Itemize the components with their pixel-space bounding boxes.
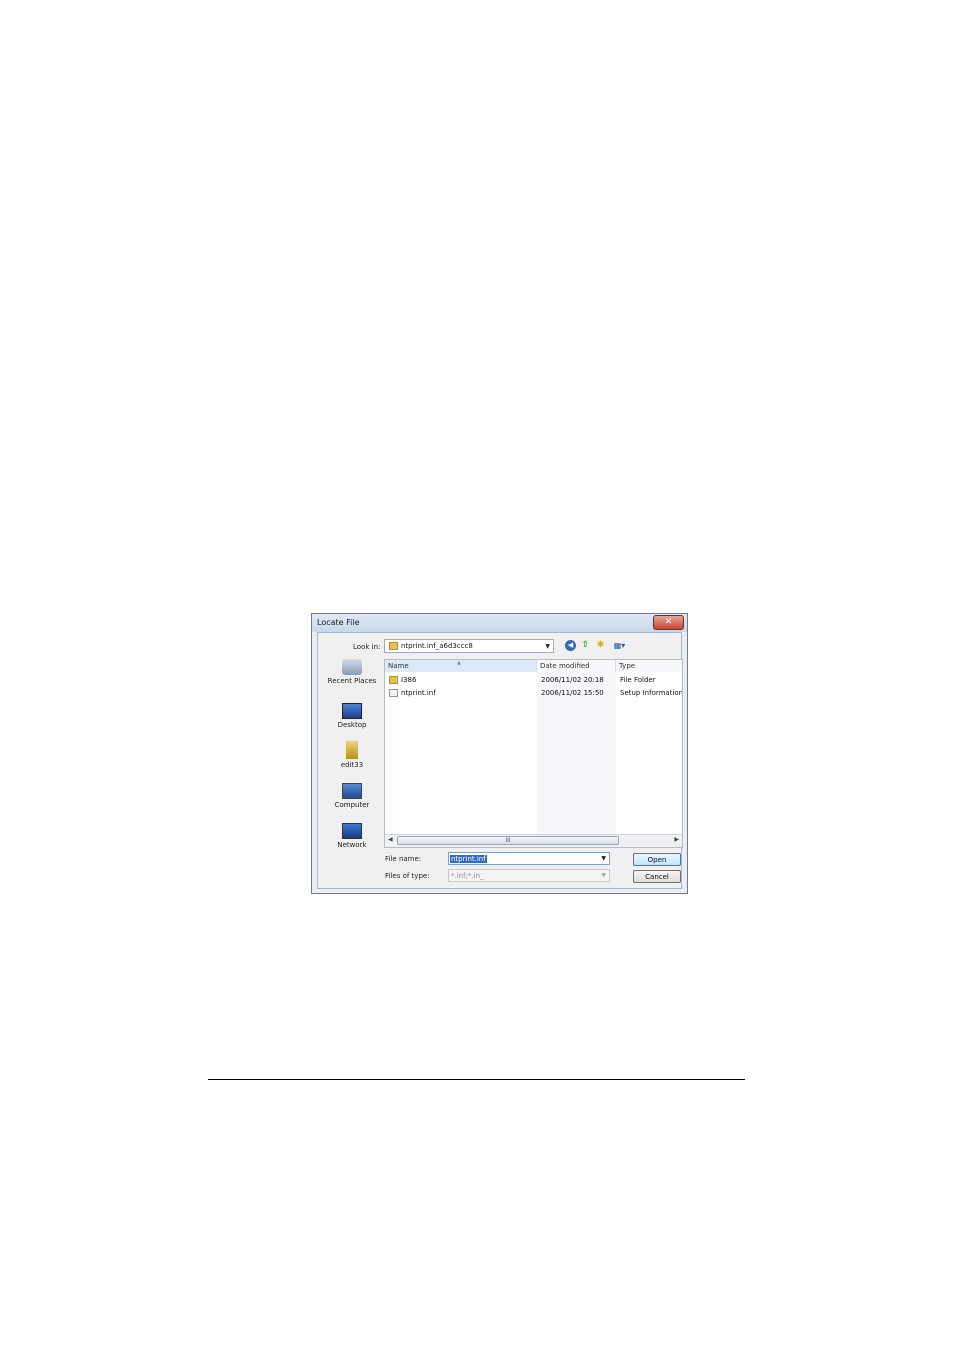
locate-file-dialog: Locate File ✕ Look in: ntprint.inf_a6d3c… (311, 613, 688, 894)
file-row-i386[interactable]: I386 2006/11/02 20:18 File Folder (385, 675, 682, 686)
file-date: 2006/11/02 20:18 (541, 676, 604, 684)
file-date: 2006/11/02 15:50 (541, 689, 604, 697)
places-bar: Recent Places Desktop edit33 Computer Ne… (322, 659, 382, 884)
desktop-icon (342, 703, 362, 719)
place-edit33[interactable]: edit33 (322, 741, 382, 769)
place-network[interactable]: Network (322, 823, 382, 849)
open-button[interactable]: Open (633, 853, 681, 866)
close-button[interactable]: ✕ (653, 615, 684, 630)
page-divider (208, 1079, 745, 1080)
files-of-type-value: *.inf;*.in_ (451, 872, 484, 880)
files-of-type-label: Files of type: (385, 872, 430, 880)
scroll-left-icon[interactable]: ◀ (388, 836, 393, 843)
file-type: Setup Information (620, 689, 683, 697)
user-folder-icon (346, 741, 358, 759)
computer-icon (342, 783, 362, 799)
cancel-button[interactable]: Cancel (633, 870, 681, 883)
back-icon[interactable]: ◀ (565, 640, 576, 651)
place-label: edit33 (340, 761, 364, 769)
new-folder-icon[interactable]: ✱ (595, 640, 606, 651)
place-label: Computer (334, 801, 370, 809)
place-computer[interactable]: Computer (322, 783, 382, 809)
place-label: Desktop (337, 721, 367, 729)
dialog-title: Locate File (317, 618, 360, 627)
recent-places-icon (342, 659, 362, 675)
look-in-label: Look in: (353, 643, 381, 651)
column-header-date-modified[interactable]: Date modified (537, 660, 616, 672)
column-header-type[interactable]: Type (616, 660, 682, 672)
sort-ascending-icon: ▲ (457, 660, 461, 666)
file-name-value: ntprint.inf (450, 855, 487, 863)
file-name: I386 (401, 676, 417, 684)
file-type: File Folder (620, 676, 656, 684)
network-icon (342, 823, 362, 839)
scroll-right-icon[interactable]: ▶ (674, 836, 679, 843)
place-recent-places[interactable]: Recent Places (322, 659, 382, 685)
file-list[interactable]: ▲ Name Date modified Type I386 2006/11/0… (384, 659, 683, 848)
scrollbar-thumb[interactable]: III (397, 836, 619, 845)
file-name-input[interactable]: ntprint.inf ▼ (448, 852, 610, 865)
chevron-down-icon[interactable]: ▼ (601, 855, 606, 862)
folder-icon (389, 642, 398, 650)
horizontal-scrollbar[interactable]: ◀ III ▶ (385, 834, 682, 847)
file-name-label: File name: (385, 855, 422, 863)
place-label: Network (337, 841, 367, 849)
setup-file-icon (389, 689, 398, 697)
dialog-body: Look in: ntprint.inf_a6d3ccc8 ▼ ◀ ⇧ ✱ ▦▾… (317, 632, 683, 889)
place-desktop[interactable]: Desktop (322, 703, 382, 729)
place-label: Recent Places (327, 677, 377, 685)
file-row-ntprint[interactable]: ntprint.inf 2006/11/02 15:50 Setup Infor… (385, 688, 683, 699)
file-name: ntprint.inf (401, 689, 436, 697)
up-folder-icon[interactable]: ⇧ (580, 640, 591, 651)
folder-icon (389, 676, 398, 684)
title-bar[interactable]: Locate File ✕ (312, 614, 687, 632)
views-menu-icon[interactable]: ▦▾ (611, 640, 628, 651)
chevron-down-icon: ▼ (601, 872, 606, 879)
look-in-value: ntprint.inf_a6d3ccc8 (401, 642, 473, 650)
look-in-dropdown[interactable]: ntprint.inf_a6d3ccc8 ▼ (384, 639, 554, 653)
files-of-type-dropdown[interactable]: *.inf;*.in_ ▼ (448, 869, 610, 882)
chevron-down-icon: ▼ (545, 643, 550, 650)
column-header-name[interactable]: ▲ Name (385, 660, 537, 672)
close-icon: ✕ (664, 617, 673, 627)
